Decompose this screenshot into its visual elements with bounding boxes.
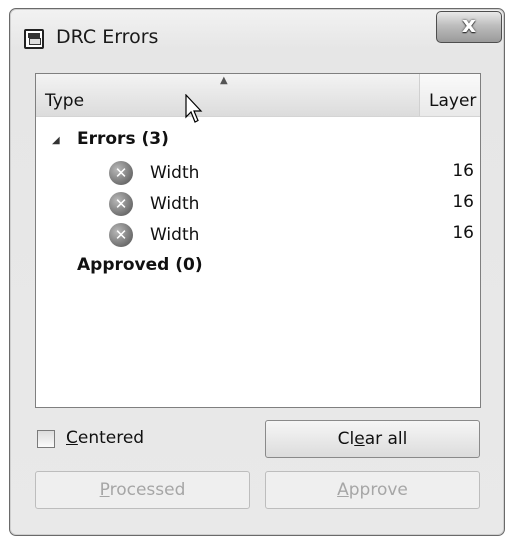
error-x-icon: ✕ xyxy=(109,192,133,216)
clear-all-button[interactable]: Clear all xyxy=(265,420,480,458)
error-x-icon: ✕ xyxy=(109,223,133,247)
close-icon: x xyxy=(461,13,477,38)
approve-button[interactable]: Approve xyxy=(265,471,480,509)
item-layer: 16 xyxy=(452,192,474,212)
list-item[interactable]: ✕ Width 16 xyxy=(36,220,480,250)
sort-ascending-icon: ▲ xyxy=(220,75,228,86)
group-errors[interactable]: Errors (3) xyxy=(77,129,169,149)
item-type: Width xyxy=(150,194,200,214)
expand-collapse-icon[interactable]: ◢ xyxy=(52,135,60,146)
item-layer: 16 xyxy=(452,161,474,181)
error-list[interactable]: Type ▲ Layer ◢ Errors (3) ✕ Width 16 ✕ W… xyxy=(35,73,481,408)
column-type-label: Type xyxy=(45,91,85,111)
window-title: DRC Errors xyxy=(56,26,159,48)
processed-button[interactable]: Processed xyxy=(35,471,250,509)
list-header: Type ▲ Layer xyxy=(36,74,480,123)
title-bar[interactable]: DRC Errors x xyxy=(10,9,504,61)
error-x-icon: ✕ xyxy=(109,161,133,185)
item-type: Width xyxy=(150,163,200,183)
list-item[interactable]: ✕ Width 16 xyxy=(36,189,480,219)
column-header-type[interactable]: Type ▲ xyxy=(36,74,420,123)
item-layer: 16 xyxy=(452,223,474,243)
floppy-disk-icon xyxy=(24,29,44,49)
item-type: Width xyxy=(150,225,200,245)
centered-label[interactable]: Centered xyxy=(66,428,144,448)
column-header-layer[interactable]: Layer xyxy=(429,91,476,111)
list-item[interactable]: ✕ Width 16 xyxy=(36,158,480,188)
close-button[interactable]: x xyxy=(436,11,502,43)
mouse-cursor-icon xyxy=(185,94,203,123)
group-approved[interactable]: Approved (0) xyxy=(77,255,203,275)
centered-checkbox[interactable] xyxy=(37,430,55,448)
